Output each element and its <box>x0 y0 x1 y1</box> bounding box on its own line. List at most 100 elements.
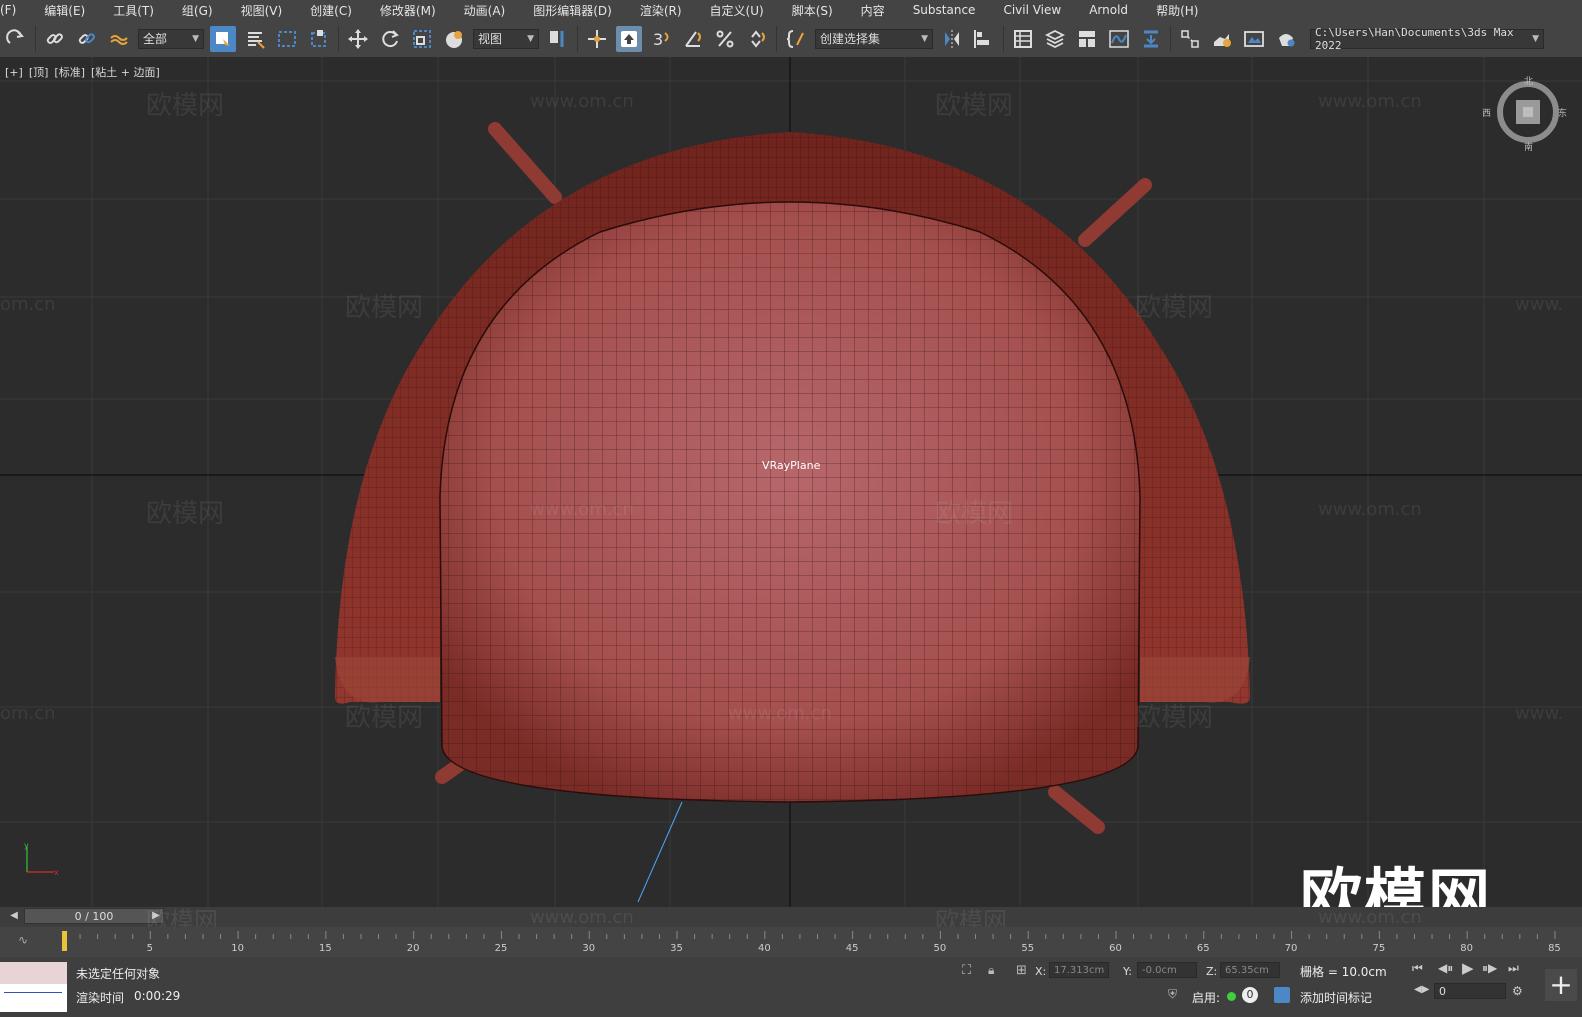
menu-help[interactable]: 帮助(H) <box>1142 2 1212 19</box>
previous-key-icon[interactable]: ◀⏸ <box>1438 961 1453 976</box>
top-viewport[interactable]: y x 欧模网 www.om.cn 欧模网 www.om.cn om.cn 欧模… <box>0 57 1582 907</box>
watermark-url-prefix: www. <box>1515 294 1564 315</box>
isolate-selection-icon[interactable]: ⛶ <box>962 963 971 978</box>
menu-views[interactable]: 视图(V) <box>227 2 297 19</box>
select-object-icon[interactable] <box>210 25 236 52</box>
add-time-tag[interactable]: 添加时间标记 <box>1300 989 1372 1006</box>
menu-graph-editors[interactable]: 图形编辑器(D) <box>519 2 626 19</box>
layer-explorer-icon[interactable] <box>1042 26 1068 52</box>
link-icon[interactable] <box>42 26 68 52</box>
menu-file[interactable]: (F) <box>0 3 30 17</box>
viewport-shading-standard[interactable]: [标准] <box>54 66 85 79</box>
viewport-label[interactable]: [+] [顶] [标准] [粘土 + 边面] <box>5 64 166 80</box>
menu-tools[interactable]: 工具(T) <box>99 2 168 19</box>
menu-customize[interactable]: 自定义(U) <box>696 2 778 19</box>
curve-editor-icon[interactable] <box>1106 26 1132 52</box>
viewport-display-mode[interactable]: [粘土 + 边面] <box>91 66 160 79</box>
unlink-icon[interactable] <box>74 26 100 52</box>
z-coordinate-label: Z: <box>1206 965 1218 978</box>
reference-coord-dropdown[interactable]: 视图 ▼ <box>473 28 539 49</box>
ruler-tick-label: 5 <box>147 943 153 954</box>
scene-explorer-icon[interactable] <box>1010 26 1036 52</box>
viewcube-ring-icon <box>1497 81 1559 143</box>
z-coordinate-field[interactable]: 65.35cm <box>1220 962 1280 978</box>
edit-named-selection-icon[interactable] <box>783 26 809 52</box>
viewcube[interactable]: 北 南 东 西 <box>1482 77 1567 153</box>
menu-content[interactable]: 内容 <box>847 2 899 19</box>
go-to-end-icon[interactable]: ⏭ <box>1508 961 1519 976</box>
render-production-icon[interactable] <box>1273 26 1299 52</box>
select-by-name-icon[interactable] <box>242 26 268 52</box>
frame-ruler[interactable]: 0510152025303540455055606570758085 <box>62 929 1572 955</box>
select-manipulate-icon[interactable] <box>584 26 610 52</box>
track-bar[interactable]: ∿ 0510152025303540455055606570758085 <box>0 927 1582 957</box>
current-frame-field[interactable]: 0 <box>1434 983 1506 999</box>
menu-create[interactable]: 创建(C) <box>296 2 366 19</box>
mirror-icon[interactable] <box>939 26 965 52</box>
enable-count-badge[interactable]: 0 <box>1242 987 1258 1003</box>
current-frame-marker[interactable] <box>62 931 67 951</box>
next-key-icon[interactable]: ⏸▶ <box>1482 961 1497 976</box>
selection-lock-icon[interactable]: 🔒︎ <box>988 963 994 978</box>
menu-scripting[interactable]: 脚本(S) <box>778 2 847 19</box>
material-editor-icon[interactable] <box>1177 26 1203 52</box>
watermark-text: 欧模网 <box>935 499 1014 529</box>
time-configuration-icon[interactable]: ⚙ <box>1512 984 1523 998</box>
project-path-value: C:\Users\Han\Documents\3ds Max 2022 <box>1315 25 1514 52</box>
ruler-tick-label: 15 <box>319 943 332 954</box>
named-selection-dropdown[interactable]: 创建选择集 ▼ <box>815 28 933 49</box>
play-icon[interactable]: ▶ <box>1462 959 1474 977</box>
schematic-view-icon[interactable] <box>1138 26 1164 52</box>
keyboard-shortcut-override-icon[interactable] <box>616 25 642 52</box>
time-slider[interactable]: 0 / 100 <box>24 908 164 924</box>
object-label: VRayPlane <box>762 459 821 472</box>
rect-selection-region-icon[interactable] <box>274 26 300 52</box>
align-icon[interactable] <box>971 26 997 52</box>
bind-space-warp-icon[interactable] <box>106 26 132 52</box>
go-to-start-icon[interactable]: ⏮ <box>1412 961 1423 976</box>
brand-logo: 欧模网 <box>1300 861 1493 907</box>
menu-rendering[interactable]: 渲染(R) <box>626 2 696 19</box>
placement-icon[interactable] <box>441 26 467 52</box>
menu-modifiers[interactable]: 修改器(M) <box>366 2 450 19</box>
toolbar-separator <box>35 25 36 52</box>
window-crossing-icon[interactable] <box>306 26 332 52</box>
menu-group[interactable]: 组(G) <box>168 2 227 19</box>
viewport-point-of-view[interactable]: [顶] <box>29 66 49 79</box>
menu-edit[interactable]: 编辑(E) <box>30 2 99 19</box>
toolbar-separator <box>1003 25 1004 52</box>
snap-toggle-icon[interactable]: 3 <box>648 26 674 52</box>
render-setup-icon[interactable] <box>1209 26 1235 52</box>
menu-arnold[interactable]: Arnold <box>1075 3 1142 17</box>
absolute-mode-icon[interactable]: ⊞ <box>1016 963 1027 978</box>
rotate-icon[interactable] <box>377 26 403 52</box>
compass-east: 东 <box>1558 109 1568 119</box>
redo-icon[interactable] <box>3 26 29 52</box>
key-mode-icon[interactable]: ◀▶ <box>1414 984 1429 995</box>
move-icon[interactable] <box>345 26 371 52</box>
menu-substance[interactable]: Substance <box>899 3 990 17</box>
adaptive-degradation-icon[interactable]: ⛨ <box>1168 987 1177 1002</box>
enabled-indicator-icon <box>1227 992 1236 1001</box>
pivot-center-icon[interactable] <box>545 26 571 52</box>
ribbon-toggle-icon[interactable] <box>1074 26 1100 52</box>
y-coordinate-field[interactable]: -0.0cm <box>1137 962 1197 978</box>
project-path-field[interactable]: C:\Users\Han\Documents\3ds Max 2022 ▼ <box>1310 25 1544 52</box>
time-tag-icon[interactable] <box>1274 987 1290 1003</box>
ruler-tick-label: 40 <box>758 943 771 954</box>
previous-frame-icon[interactable]: ◀ <box>8 909 20 923</box>
add-viewport-icon[interactable]: + <box>1545 969 1577 1001</box>
mini-curve-editor-icon[interactable]: ∿ <box>18 933 28 947</box>
percent-snap-icon[interactable] <box>712 26 738 52</box>
rendered-frame-window-icon[interactable] <box>1241 26 1267 52</box>
menu-civil-view[interactable]: Civil View <box>989 3 1075 17</box>
viewport-menu-plus[interactable]: [+] <box>5 66 23 79</box>
angle-snap-icon[interactable] <box>680 26 706 52</box>
scale-icon[interactable] <box>409 26 435 52</box>
x-coordinate-field[interactable]: 17.313cm <box>1049 962 1109 978</box>
selection-filter-dropdown[interactable]: 全部 ▼ <box>138 28 204 49</box>
spinner-snap-icon[interactable] <box>744 26 770 52</box>
menu-animation[interactable]: 动画(A) <box>450 2 520 19</box>
maxscript-listener-mini[interactable] <box>0 962 67 1012</box>
axis-tripod: y x <box>24 841 59 877</box>
